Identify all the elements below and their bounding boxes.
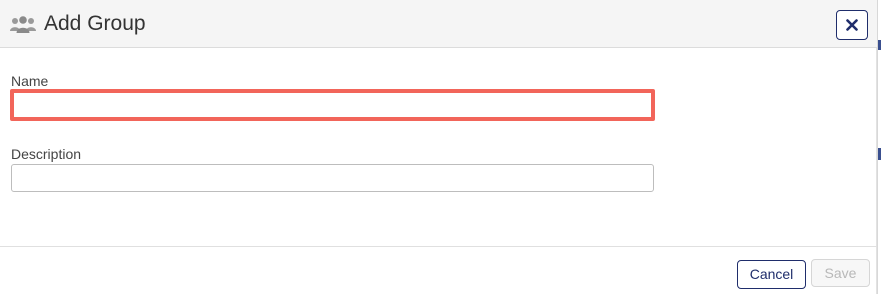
save-button[interactable]: Save	[811, 259, 870, 287]
description-label: Description	[11, 146, 82, 162]
add-group-dialog: Add Group Name Description Cancel Save	[0, 0, 877, 294]
background-page-edge	[877, 0, 881, 294]
dialog-title: Add Group	[44, 12, 146, 35]
users-icon	[10, 14, 36, 34]
close-button[interactable]	[836, 10, 868, 40]
cancel-button[interactable]: Cancel	[737, 260, 806, 289]
description-input[interactable]	[11, 164, 654, 192]
name-input[interactable]	[10, 89, 655, 121]
dialog-header: Add Group	[0, 0, 877, 48]
name-label: Name	[11, 73, 49, 89]
close-icon	[846, 19, 858, 31]
footer-divider	[0, 246, 877, 247]
